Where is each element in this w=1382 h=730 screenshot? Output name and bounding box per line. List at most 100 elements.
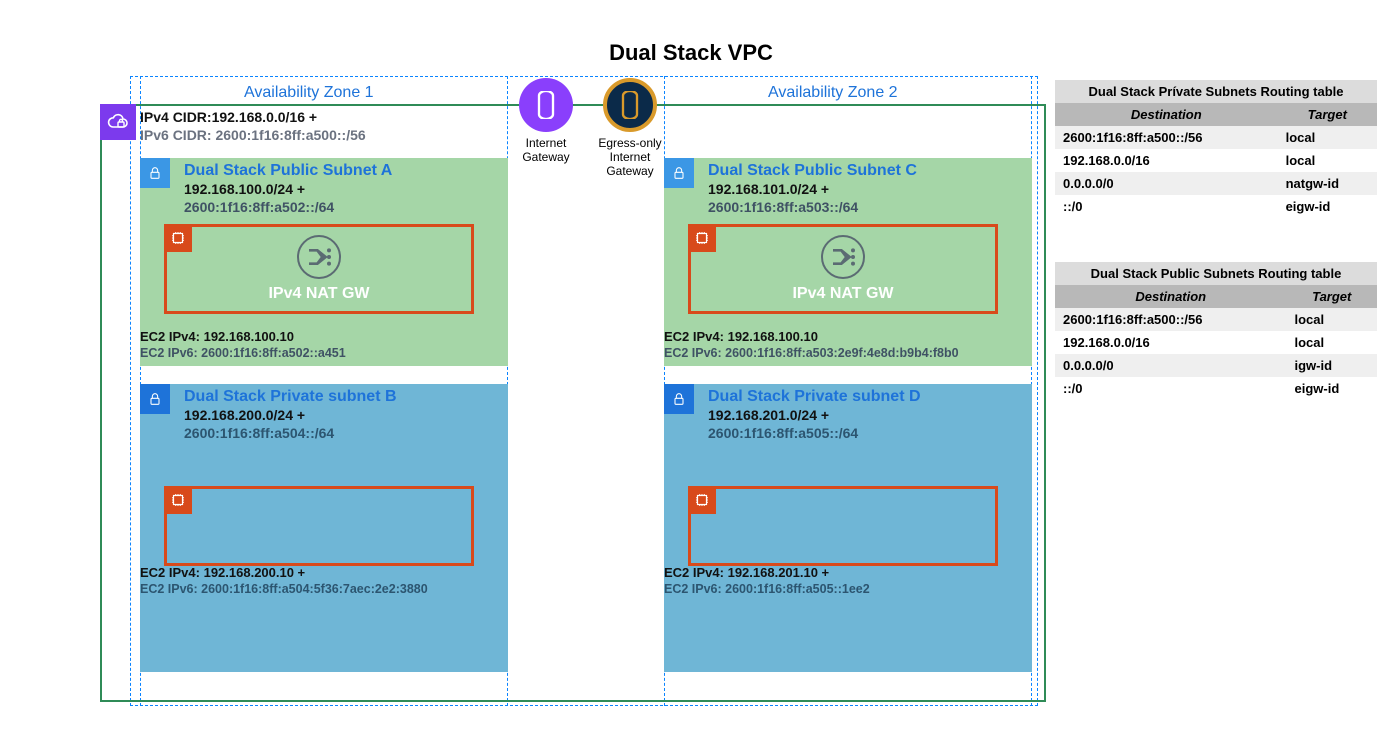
table-title: Dual Stack Prívate Subnets Routing table (1055, 80, 1377, 103)
target-cell: eigw-id (1278, 195, 1377, 218)
ec2-ipv6: EC2 IPv6: 2600:1f16:8ff:a505::1ee2 (664, 581, 1028, 598)
subnet-lock-icon (140, 158, 170, 188)
target-cell: local (1286, 308, 1377, 331)
ec2-box (688, 486, 998, 566)
ec2-ipv4: EC2 IPv4: 192.168.201.10 + (664, 564, 1028, 581)
ec2-chip-icon (164, 224, 192, 252)
col-target: Target (1278, 103, 1377, 126)
subnet-header: Dual Stack Private subnet B 192.168.200.… (184, 388, 502, 442)
table-row: ::/0eigw-id (1055, 377, 1377, 400)
target-cell: igw-id (1286, 354, 1377, 377)
table-title: Dual Stack Public Subnets Routing table (1055, 262, 1377, 285)
subnet-name: Dual Stack Private subnet D (708, 388, 1026, 406)
subnet-header: Dual Stack Public Subnet C 192.168.101.0… (708, 162, 1026, 216)
dest-cell: 192.168.0.0/16 (1055, 331, 1286, 354)
vpc-badge-icon (100, 104, 136, 140)
ec2-ipv6: EC2 IPv6: 2600:1f16:8ff:a502::a451 (140, 345, 504, 362)
ec2-box: IPv4 NAT GW (688, 224, 998, 314)
dest-cell: ::/0 (1055, 377, 1286, 400)
subnet-name: Dual Stack Public Subnet A (184, 162, 502, 180)
igw-label-2: Gateway (510, 150, 582, 164)
dest-cell: 2600:1f16:8ff:a500::/56 (1055, 126, 1278, 149)
table-row: ::/0eigw-id (1055, 195, 1377, 218)
gateways-group: Internet Gateway Egress-only Internet Ga… (510, 78, 666, 186)
subnet-lock-icon (140, 384, 170, 414)
ec2-chip-icon (164, 486, 192, 514)
internet-gateway-icon (519, 78, 573, 132)
ec2-addresses: EC2 IPv4: 192.168.200.10 + EC2 IPv6: 260… (140, 564, 508, 598)
table-row: 2600:1f16:8ff:a500::/56local (1055, 126, 1377, 149)
nat-gateway-icon (821, 235, 865, 279)
internet-gateway: Internet Gateway (510, 78, 582, 186)
subnet-ipv6: 2600:1f16:8ff:a502::/64 (184, 198, 502, 216)
subnet-header: Dual Stack Public Subnet A 192.168.100.0… (184, 162, 502, 216)
public-subnet-a: Dual Stack Public Subnet A 192.168.100.0… (140, 158, 508, 366)
eigw-label-1: Egress-only (594, 136, 666, 150)
subnet-name: Dual Stack Private subnet B (184, 388, 502, 406)
ec2-box: IPv4 NAT GW (164, 224, 474, 314)
egress-only-internet-gateway: Egress-only Internet Gateway (594, 78, 666, 186)
target-cell: local (1278, 126, 1377, 149)
page-title: Dual Stack VPC (0, 40, 1382, 66)
ec2-box (164, 486, 474, 566)
private-subnet-d: Dual Stack Private subnet D 192.168.201.… (664, 384, 1032, 672)
col-destination: Destination (1055, 103, 1278, 126)
dest-cell: 0.0.0.0/0 (1055, 354, 1286, 377)
subnet-ipv6: 2600:1f16:8ff:a505::/64 (708, 424, 1026, 442)
nat-gateway: IPv4 NAT GW (268, 235, 369, 303)
ec2-chip-icon (688, 224, 716, 252)
routing-table: Destination Target 2600:1f16:8ff:a500::/… (1055, 103, 1377, 218)
ec2-ipv4: EC2 IPv4: 192.168.100.10 (664, 328, 1028, 345)
dest-cell: 2600:1f16:8ff:a500::/56 (1055, 308, 1286, 331)
nat-gateway: IPv4 NAT GW (792, 235, 893, 303)
table-row: 2600:1f16:8ff:a500::/56local (1055, 308, 1377, 331)
ec2-ipv6: EC2 IPv6: 2600:1f16:8ff:a503:2e9f:4e8d:b… (664, 345, 1028, 362)
egress-only-internet-gateway-icon (603, 78, 657, 132)
igw-label-1: Internet (510, 136, 582, 150)
subnet-ipv6: 2600:1f16:8ff:a503::/64 (708, 198, 1026, 216)
dest-cell: 0.0.0.0/0 (1055, 172, 1278, 195)
col-destination: Destination (1055, 285, 1286, 308)
nat-gateway-label: IPv4 NAT GW (268, 285, 369, 303)
vpc-ipv6-cidr: IPv6 CIDR: 2600:1f16:8ff:a500::/56 (140, 126, 366, 144)
eigw-label-2: Internet (594, 150, 666, 164)
table-row: 192.168.0.0/16local (1055, 331, 1377, 354)
target-cell: eigw-id (1286, 377, 1377, 400)
nat-gateway-label: IPv4 NAT GW (792, 285, 893, 303)
table-row: 0.0.0.0/0igw-id (1055, 354, 1377, 377)
subnet-ipv6: 2600:1f16:8ff:a504::/64 (184, 424, 502, 442)
dest-cell: 192.168.0.0/16 (1055, 149, 1278, 172)
subnet-ipv4: 192.168.101.0/24 + (708, 180, 1026, 198)
target-cell: local (1278, 149, 1377, 172)
routing-table: Destination Target 2600:1f16:8ff:a500::/… (1055, 285, 1377, 400)
vpc-cidrs: IPv4 CIDR:192.168.0.0/16 + IPv6 CIDR: 26… (140, 108, 366, 144)
subnet-header: Dual Stack Private subnet D 192.168.201.… (708, 388, 1026, 442)
subnet-name: Dual Stack Public Subnet C (708, 162, 1026, 180)
az2-label: Availability Zone 2 (768, 84, 898, 102)
subnet-ipv4: 192.168.100.0/24 + (184, 180, 502, 198)
target-cell: natgw-id (1278, 172, 1377, 195)
ec2-addresses: EC2 IPv4: 192.168.100.10 EC2 IPv6: 2600:… (664, 328, 1032, 362)
eigw-label-3: Gateway (594, 164, 666, 178)
vpc-ipv4-cidr: IPv4 CIDR:192.168.0.0/16 + (140, 108, 366, 126)
az1-label: Availability Zone 1 (244, 84, 374, 102)
subnet-lock-icon (664, 384, 694, 414)
col-target: Target (1286, 285, 1377, 308)
ec2-ipv6: EC2 IPv6: 2600:1f16:8ff:a504:5f36:7aec:2… (140, 581, 504, 598)
target-cell: local (1286, 331, 1377, 354)
public-routing-table: Dual Stack Public Subnets Routing table … (1055, 262, 1377, 400)
private-subnet-b: Dual Stack Private subnet B 192.168.200.… (140, 384, 508, 672)
cloud-lock-icon (106, 110, 130, 134)
aws-diagram: Dual Stack VPC Availability Zone 1 Avail… (0, 0, 1382, 730)
dest-cell: ::/0 (1055, 195, 1278, 218)
subnet-ipv4: 192.168.201.0/24 + (708, 406, 1026, 424)
subnet-lock-icon (664, 158, 694, 188)
subnet-ipv4: 192.168.200.0/24 + (184, 406, 502, 424)
public-subnet-c: Dual Stack Public Subnet C 192.168.101.0… (664, 158, 1032, 366)
table-row: 192.168.0.0/16local (1055, 149, 1377, 172)
private-routing-table: Dual Stack Prívate Subnets Routing table… (1055, 80, 1377, 218)
ec2-addresses: EC2 IPv4: 192.168.201.10 + EC2 IPv6: 260… (664, 564, 1032, 598)
ec2-ipv4: EC2 IPv4: 192.168.100.10 (140, 328, 504, 345)
nat-gateway-icon (297, 235, 341, 279)
table-row: 0.0.0.0/0natgw-id (1055, 172, 1377, 195)
